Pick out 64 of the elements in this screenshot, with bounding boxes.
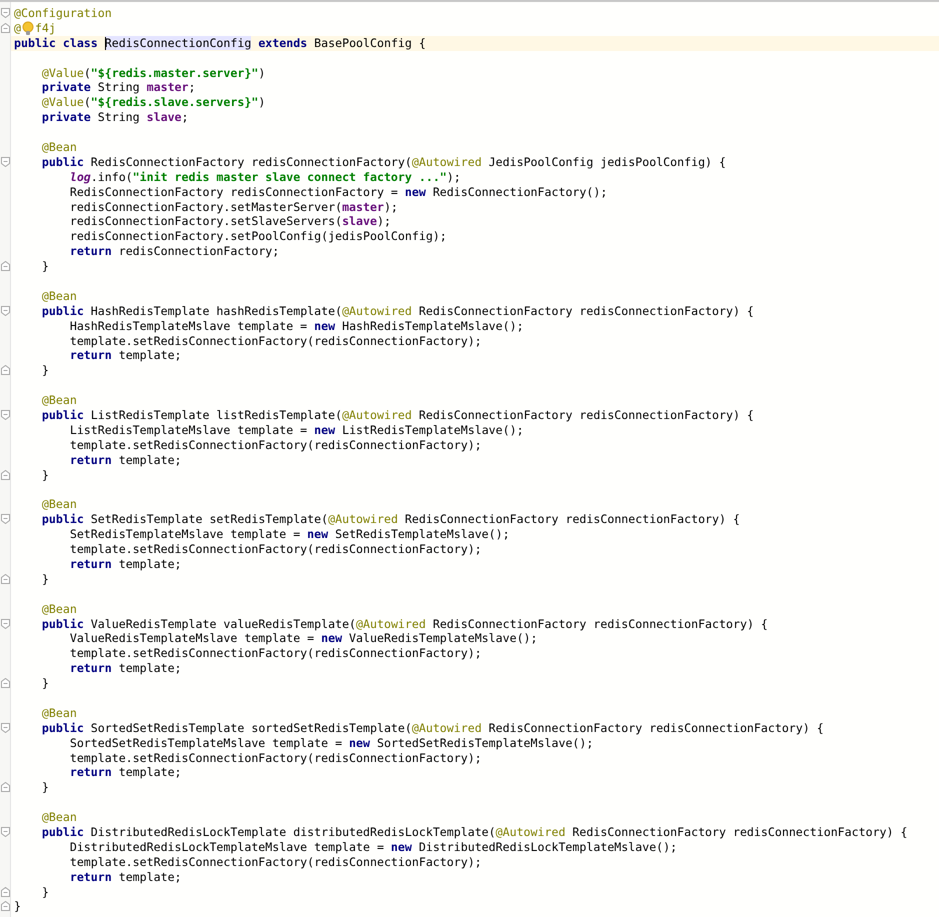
code-line: ListRedisTemplateMslave template = new ListRedisTemplateMslave(); [68, 422, 524, 437]
code-line: return template; [68, 870, 182, 884]
code-line: } [40, 676, 49, 690]
code-line: template.setRedisConnectionFactory(redisConnectionFactory); [68, 542, 482, 556]
code-line: return template; [68, 765, 182, 780]
code-line: redisConnectionFactory.setMasterServer(master); [68, 200, 398, 214]
code-line: template.setRedisConnectionFactory(redisConnectionFactory); [68, 854, 482, 869]
code-line: return template; [68, 348, 182, 362]
code-line: SortedSetRedisTemplateMslave template = new SortedSetRedisTemplateMslave(); [68, 736, 594, 750]
code-line: @Bean [40, 497, 77, 512]
code-line: @Bean [40, 140, 77, 154]
code-line: @Bean [40, 810, 77, 824]
code-line: @Configuration [14, 6, 112, 20]
fold-collapse-icon[interactable] [1, 514, 10, 524]
code-line: return redisConnectionFactory; [68, 244, 280, 258]
code-line: RedisConnectionFactory redisConnectionFactory = new RedisConnectionFactory(); [68, 184, 608, 199]
code-line: } [40, 468, 49, 482]
text-caret [104, 36, 106, 50]
code-line: } [40, 259, 49, 274]
fold-collapse-icon[interactable] [1, 826, 10, 837]
code-line: public SetRedisTemplate setRedisTemplate(@Autowired RedisConnectionFactory redisConnectionFactory) { [40, 512, 740, 526]
code-line: HashRedisTemplateMslave template = new HashRedisTemplateMslave(); [68, 318, 524, 333]
code-line: template.setRedisConnectionFactory(redisConnectionFactory); [68, 334, 482, 348]
code-line: template.setRedisConnectionFactory(redisConnectionFactory); [68, 646, 482, 660]
code-line: public HashRedisTemplate hashRedisTemplate(@Autowired RedisConnectionFactory redisConnectionFactory) { [40, 304, 754, 318]
code-line: public ValueRedisTemplate valueRedisTemplate(@Autowired RedisConnectionFactory redisConnectionFactory) { [40, 616, 768, 631]
code-line: @Bean [40, 706, 77, 720]
code-line: private String slave; [40, 110, 189, 124]
code-line: } [14, 899, 21, 914]
fold-collapse-icon[interactable] [1, 618, 10, 629]
code-line: @Value("${redis.master.server}") [40, 66, 266, 80]
code-line: return template; [68, 556, 182, 571]
code-line: f4j [34, 20, 56, 35]
code-line: public class RedisConnectionConfig extends BasePoolConfig { [14, 36, 426, 50]
code-line: } [40, 780, 49, 794]
code-line: @Value("${redis.slave.servers}") [40, 95, 266, 110]
code-line: redisConnectionFactory.setSlaveServers(slave); [68, 214, 391, 228]
code-line: template.setRedisConnectionFactory(redisConnectionFactory); [68, 750, 482, 765]
code-line: return template; [68, 452, 182, 467]
code-line: } [40, 363, 49, 378]
code-line: public SortedSetRedisTemplate sortedSetRedisTemplate(@Autowired RedisConnectionFactory redisConnectionFactory) { [40, 720, 824, 735]
code-line: @ [14, 20, 21, 35]
code-line: public ListRedisTemplate listRedisTemplate(@Autowired RedisConnectionFactory redisConnectionFactory) { [40, 408, 754, 422]
code-line: private String master; [40, 80, 196, 94]
lightbulb-icon[interactable] [20, 20, 35, 36]
code-line: return template; [68, 661, 182, 676]
fold-collapse-icon[interactable] [1, 722, 10, 733]
code-line: } [40, 884, 49, 899]
code-line: SetRedisTemplateMslave template = new SetRedisTemplateMslave(); [68, 527, 510, 542]
fold-collapse-icon[interactable] [1, 306, 10, 316]
fold-collapse-icon[interactable] [1, 156, 10, 167]
code-line: @Bean [40, 288, 77, 303]
fold-collapse-icon[interactable] [1, 8, 10, 18]
code-line: public DistributedRedisLockTemplate distributedRedisLockTemplate(@Autowired RedisConnectionFactory redisConnectionFactory) { [40, 824, 908, 839]
code-line: DistributedRedisLockTemplateMslave template = new DistributedRedisLockTemplateMslave(); [68, 840, 678, 854]
code-line: @Bean [40, 602, 77, 616]
code-line: ValueRedisTemplateMslave template = new ValueRedisTemplateMslave(); [68, 631, 538, 646]
fold-collapse-icon[interactable] [1, 410, 10, 420]
code-line: } [40, 572, 49, 586]
code-line: log.info("init redis master slave connect factory ..."); [68, 170, 461, 184]
code-line: redisConnectionFactory.setPoolConfig(jedisPoolConfig); [68, 229, 447, 244]
code-line: template.setRedisConnectionFactory(redisConnectionFactory); [68, 438, 482, 452]
code-line: public RedisConnectionFactory redisConnectionFactory(@Autowired JedisPoolConfig jedisPoolConfig) { [40, 154, 726, 169]
code-line: @Bean [40, 393, 77, 408]
